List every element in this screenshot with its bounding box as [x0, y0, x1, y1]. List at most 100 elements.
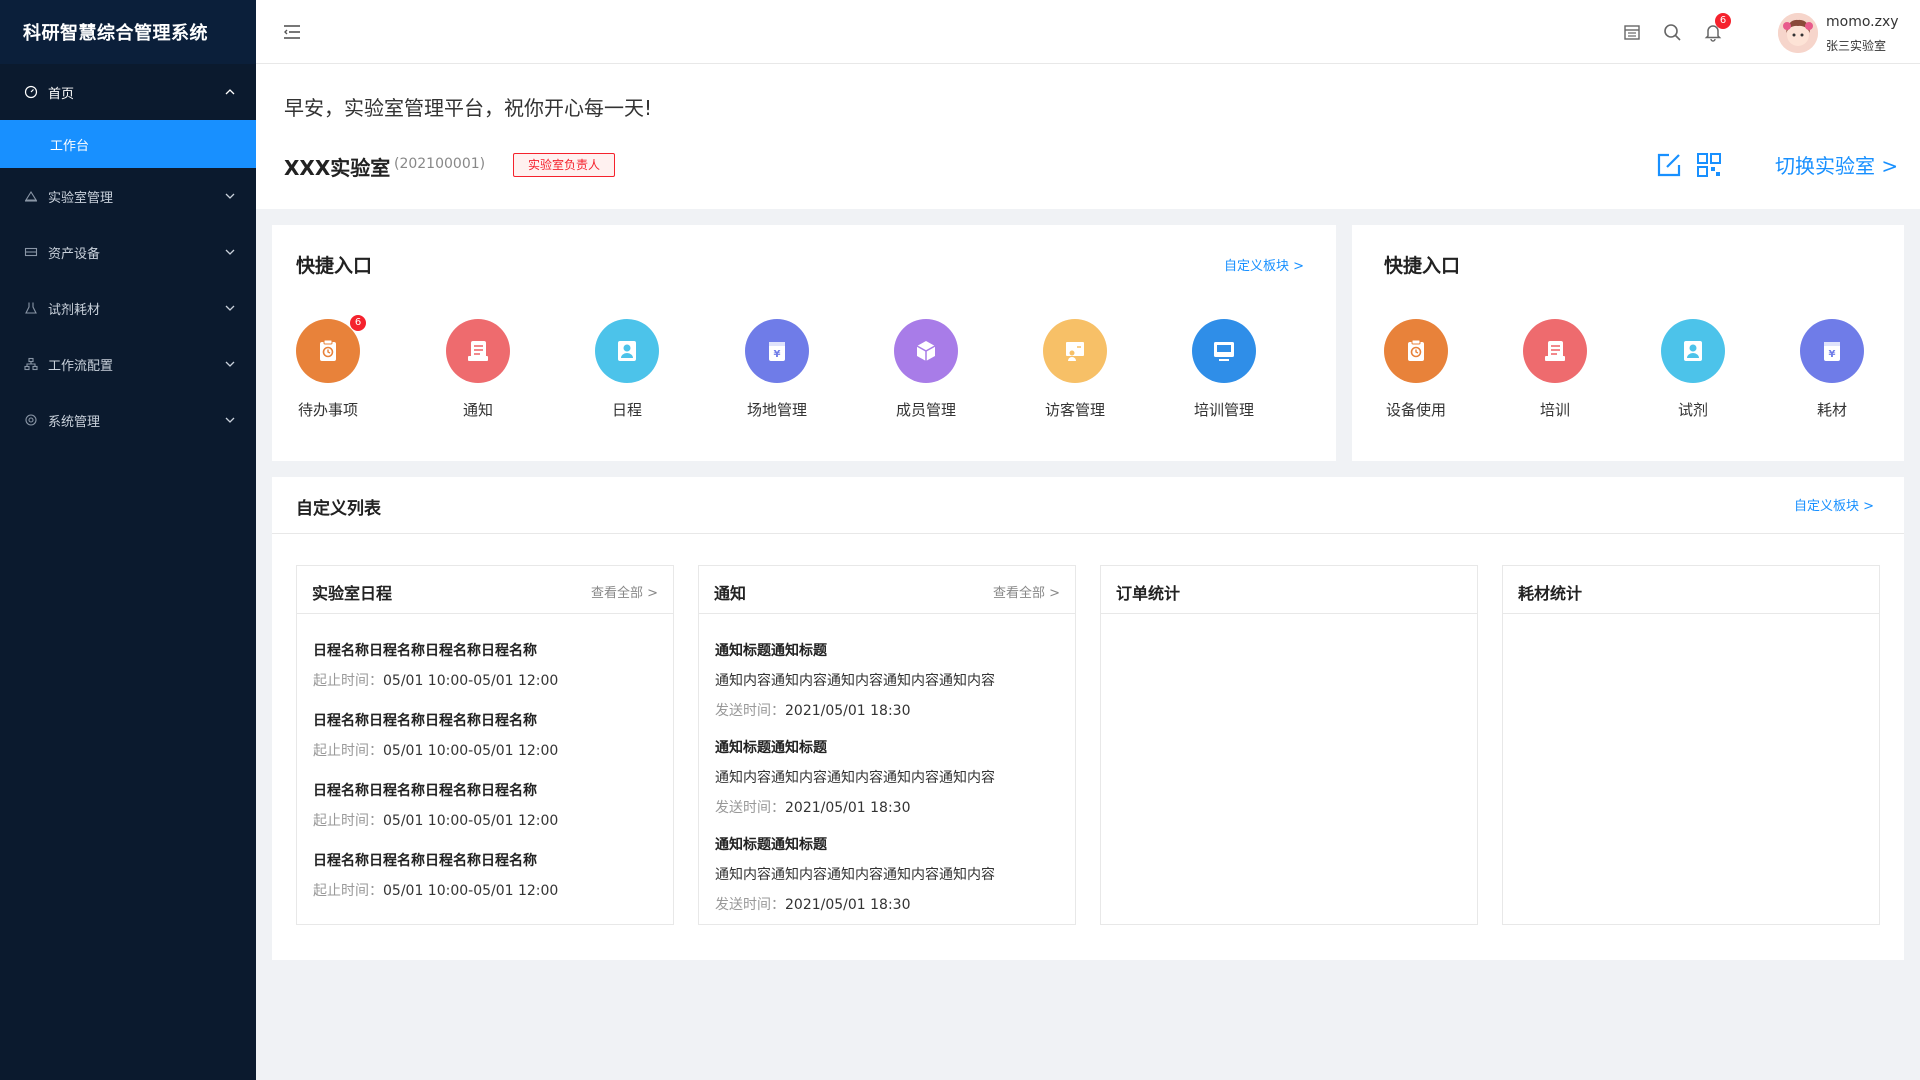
customize-block-link[interactable]: 自定义板块 > — [1794, 495, 1874, 514]
chevron-down-icon — [225, 417, 235, 423]
quick-item-schedule[interactable]: 日程 — [577, 319, 677, 420]
notice-title: 通知标题通知标题 — [715, 740, 827, 756]
notice-time: 2021/05/01 18:30 — [785, 703, 911, 719]
sidebar-item-assets[interactable]: 资产设备 — [0, 224, 256, 280]
qrcode-icon[interactable] — [1696, 152, 1722, 178]
sidebar-item-lab[interactable]: 实验室管理 — [0, 168, 256, 224]
sidebar-item-reagents[interactable]: 试剂耗材 — [0, 280, 256, 336]
schedule-time: 05/01 10:00-05/01 12:00 — [383, 883, 559, 899]
card-title: 快捷入口 — [296, 255, 373, 277]
notice-title: 通知标题通知标题 — [715, 837, 827, 853]
quick-item-notice[interactable]: 通知 — [428, 319, 528, 420]
workflow-icon — [24, 357, 38, 371]
quick-item-todo[interactable]: 6 待办事项 — [278, 315, 378, 420]
panel-header: 耗材统计 — [1503, 566, 1879, 614]
list-item[interactable]: 通知标题通知标题 通知内容通知内容通知内容通知内容通知内容 发送时间：2021/… — [715, 640, 995, 720]
list-item[interactable]: 通知标题通知标题 通知内容通知内容通知内容通知内容通知内容 发送时间：2021/… — [715, 737, 995, 817]
panel-header: 通知 查看全部 > — [699, 566, 1075, 614]
switch-lab-link[interactable]: 切换实验室 > — [1775, 150, 1898, 179]
svg-text:¥: ¥ — [1829, 349, 1836, 360]
settings-icon — [24, 413, 38, 427]
quick-entry-card-secondary: 快捷入口 设备使用 培训 试剂 ¥ 耗材 — [1352, 225, 1904, 461]
sidebar-item-label: 资产设备 — [48, 246, 101, 262]
notice-content: 通知内容通知内容通知内容通知内容通知内容 — [715, 770, 995, 786]
quick-item-equipment[interactable]: 设备使用 — [1366, 319, 1466, 420]
id-card-icon — [595, 319, 659, 383]
sidebar-item-home[interactable]: 首页 — [0, 64, 256, 120]
time-label: 发送时间： — [715, 703, 785, 719]
quick-item-label: 访客管理 — [1044, 401, 1105, 419]
calendar-icon[interactable] — [1622, 22, 1642, 42]
notice-title: 通知标题通知标题 — [715, 643, 827, 659]
time-label: 起止时间： — [313, 883, 383, 899]
monitor-icon — [1192, 319, 1256, 383]
schedule-panel: 实验室日程 查看全部 > 日程名称日程名称日程名称日程名称 起止时间：05/01… — [296, 565, 674, 925]
chevron-down-icon — [225, 361, 235, 367]
panel-header: 订单统计 — [1101, 566, 1477, 614]
customize-block-link[interactable]: 自定义板块 > — [1224, 255, 1304, 274]
divider — [272, 533, 1904, 534]
quick-item-label: 通知 — [462, 401, 493, 419]
cube-icon — [894, 319, 958, 383]
user-name[interactable]: momo.zxy — [1826, 14, 1899, 30]
quick-item-venue[interactable]: ¥ 场地管理 — [727, 319, 827, 420]
quick-item-reagent[interactable]: 试剂 — [1643, 319, 1743, 420]
app-title: 科研智慧综合管理系统 — [0, 0, 256, 64]
presentation-icon — [1043, 319, 1107, 383]
list-item[interactable]: 日程名称日程名称日程名称日程名称 起止时间：05/01 10:00-05/01 … — [313, 850, 558, 900]
schedule-name: 日程名称日程名称日程名称日程名称 — [313, 853, 537, 869]
greeting-text: 早安，实验室管理平台，祝你开心每一天! — [284, 96, 653, 120]
quick-item-training[interactable]: 培训 — [1505, 319, 1605, 420]
dashboard-icon — [24, 85, 38, 99]
sidebar-menu: 首页 工作台 实验室管理 资产设备 试剂耗材 工作流配置 系统管理 — [0, 64, 256, 448]
quick-item-members[interactable]: 成员管理 — [876, 319, 976, 420]
quick-item-consumables[interactable]: ¥ 耗材 — [1782, 319, 1882, 420]
welcome-panel: 早安，实验室管理平台，祝你开心每一天! XXX实验室 (202100001) 实… — [256, 64, 1920, 209]
sidebar: 科研智慧综合管理系统 首页 工作台 实验室管理 资产设备 试剂耗材 工作流配置 … — [0, 0, 256, 1080]
view-all-link[interactable]: 查看全部 > — [591, 582, 658, 601]
card-title: 快捷入口 — [1384, 255, 1461, 277]
edit-icon[interactable] — [1656, 152, 1682, 178]
schedule-name: 日程名称日程名称日程名称日程名称 — [313, 643, 537, 659]
quick-item-label: 耗材 — [1816, 401, 1847, 419]
card-title: 自定义列表 — [296, 499, 381, 519]
yuan-doc-icon: ¥ — [1800, 319, 1864, 383]
notification-badge: 6 — [1715, 13, 1731, 29]
sidebar-item-label: 实验室管理 — [48, 190, 114, 206]
lab-name: XXX实验室 — [284, 156, 391, 180]
menu-fold-icon[interactable] — [282, 22, 302, 42]
schedule-time: 05/01 10:00-05/01 12:00 — [383, 813, 559, 829]
search-icon[interactable] — [1662, 22, 1682, 42]
sidebar-item-label: 系统管理 — [48, 414, 101, 430]
notice-list-icon — [446, 319, 510, 383]
list-item[interactable]: 通知标题通知标题 通知内容通知内容通知内容通知内容通知内容 发送时间：2021/… — [715, 834, 995, 914]
quick-item-label: 设备使用 — [1385, 401, 1446, 419]
sidebar-item-workflow[interactable]: 工作流配置 — [0, 336, 256, 392]
sidebar-subitem-workbench[interactable]: 工作台 — [0, 120, 256, 168]
list-item[interactable]: 日程名称日程名称日程名称日程名称 起止时间：05/01 10:00-05/01 … — [313, 640, 558, 690]
quick-item-label: 培训 — [1539, 401, 1570, 419]
avatar-illustration — [1778, 13, 1818, 53]
quick-item-training[interactable]: 培训管理 — [1174, 319, 1274, 420]
sidebar-item-label: 工作流配置 — [48, 358, 114, 374]
avatar[interactable] — [1778, 13, 1818, 53]
quick-item-label: 待办事项 — [297, 401, 358, 419]
notification-button[interactable]: 6 — [1703, 13, 1731, 42]
list-item[interactable]: 日程名称日程名称日程名称日程名称 起止时间：05/01 10:00-05/01 … — [313, 710, 558, 760]
notice-time: 2021/05/01 18:30 — [785, 800, 911, 816]
device-icon — [24, 245, 38, 259]
flask-icon — [24, 301, 38, 315]
quick-item-label: 试剂 — [1677, 401, 1708, 419]
quick-item-visitors[interactable]: 访客管理 — [1025, 319, 1125, 420]
list-item[interactable]: 日程名称日程名称日程名称日程名称 起止时间：05/01 10:00-05/01 … — [313, 780, 558, 830]
quick-item-label: 成员管理 — [895, 401, 956, 419]
time-label: 发送时间： — [715, 897, 785, 913]
clipboard-clock-icon: 6 — [296, 315, 366, 383]
view-all-link[interactable]: 查看全部 > — [993, 582, 1060, 601]
sidebar-item-system[interactable]: 系统管理 — [0, 392, 256, 448]
quick-item-label: 培训管理 — [1193, 401, 1254, 419]
time-label: 发送时间： — [715, 800, 785, 816]
orders-panel: 订单统计 — [1100, 565, 1478, 925]
top-header: 6 momo.zxy 张三实验室 — [256, 0, 1920, 64]
notice-list-icon — [1523, 319, 1587, 383]
